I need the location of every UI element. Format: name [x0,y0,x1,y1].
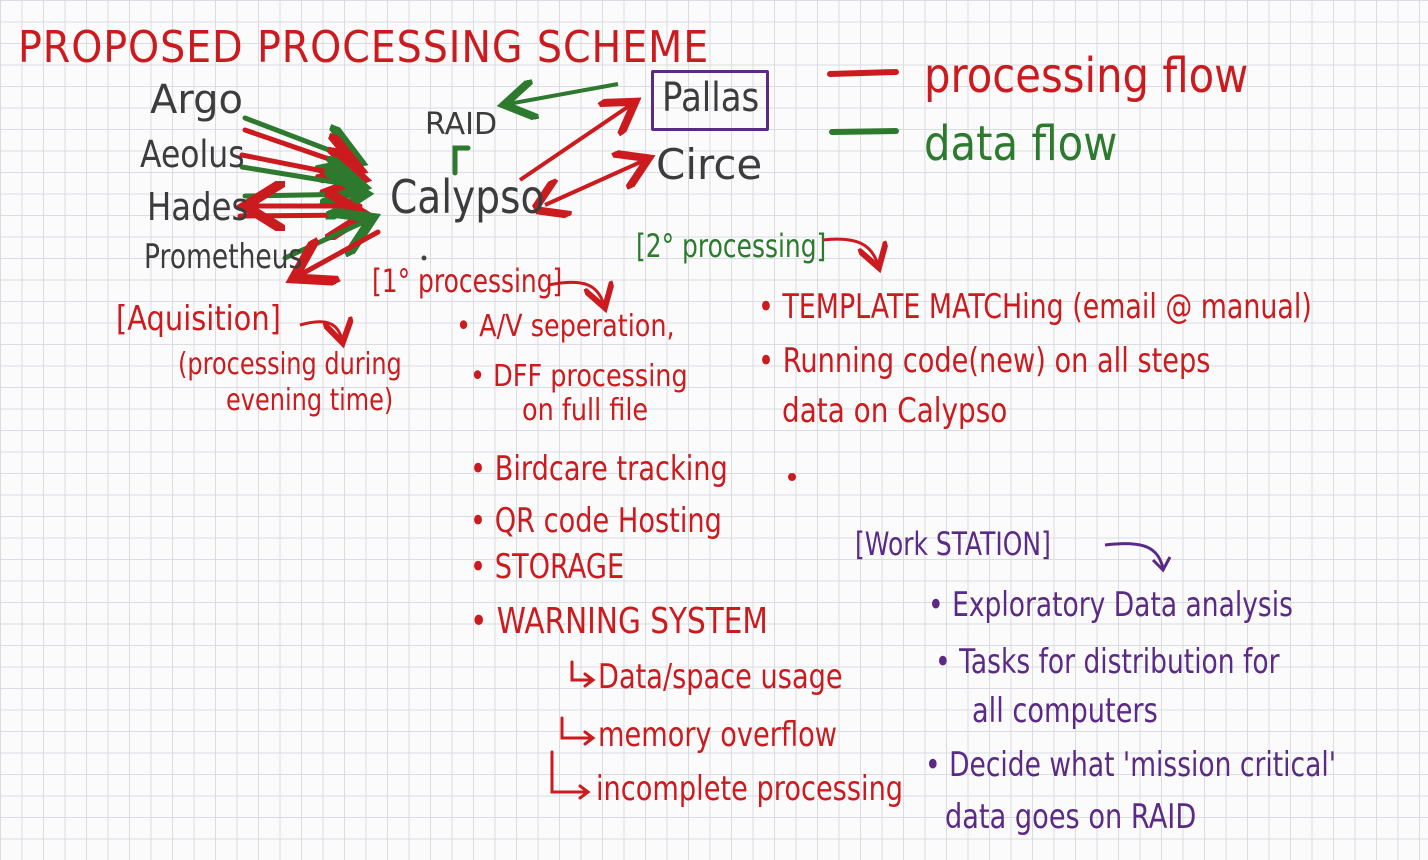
workstation-item-text: Tasks for distribution for [959,642,1280,682]
warning-incomplete-processing: incomplete processing [596,769,904,809]
workstation-item-text: Exploratory Data analysis [952,585,1293,625]
node-aeolus: Aeolus [140,133,245,176]
warning-memory-overflow: memory overflow [598,715,837,755]
primary-item-text: STORAGE [494,547,625,587]
primary-item-full-file: on full file [522,393,649,428]
acquisition-note-line-2: evening time) [226,383,394,418]
legend-line-data [829,128,899,135]
secondary-item-text: Running code(new) on all steps [782,341,1211,381]
stray-dot [788,473,796,481]
secondary-item-data-on-calypso: data on Calypso [782,391,1008,431]
secondary-item-text: TEMPLATE MATCHing (email @ manual) [782,287,1312,327]
workstation-item-mission-critical: • Decide what 'mission critical' [925,745,1336,785]
arrow-hades-calypso [240,194,360,216]
secondary-item-template-matching: • TEMPLATE MATCHing (email @ manual) [758,287,1312,327]
primary-item-warning-system: • WARNING SYSTEM [470,601,768,642]
primary-item-text: Birdcare tracking [494,449,728,489]
workstation-label: [Work STATION] [855,525,1051,563]
node-raid: RAID [425,107,498,142]
workstation-item-all-computers: all computers [972,691,1158,731]
primary-item-dff-processing: • DFF processing [470,359,688,394]
arrow-calypso-pallas [518,104,632,182]
arrow-workstation [1104,542,1165,569]
arrow-aeolus-calypso [239,155,358,186]
whiteboard: PROPOSED PROCESSING SCHEME processing fl… [0,0,1428,860]
warning-branch-arrows [550,660,596,800]
acquisition-label: [Aquisition] [116,299,281,339]
primary-item-av-separation: • A/V seperation, [456,309,675,344]
arrow-secondary [821,237,878,265]
primary-processing-label: [1° processing] [372,262,563,300]
node-pallas: Pallas [662,75,760,121]
primary-item-storage: • STORAGE [470,547,625,587]
arrow-acquisition [299,322,342,340]
stray-dot [421,255,427,261]
primary-item-qr: • QR code Hosting [470,501,722,541]
workstation-item-tasks: • Tasks for distribution for [935,642,1280,682]
node-argo: Argo [150,77,243,123]
secondary-processing-label: [2° processing] [636,227,827,265]
primary-item-birdcare: • Birdcare tracking [470,449,728,489]
acquisition-note-line-1: (processing during [178,347,402,382]
diagram-title: PROPOSED PROCESSING SCHEME [18,22,710,73]
arrow-pallas-raid [508,84,619,104]
arrow-calypso-circe [545,160,645,205]
node-hades: Hades [147,185,249,229]
primary-item-text: DFF processing [493,359,688,394]
workstation-item-text: Decide what 'mission critical' [949,745,1336,785]
primary-item-text: A/V seperation, [479,309,675,344]
primary-item-text: WARNING SYSTEM [496,601,768,642]
workstation-item-raid: data goes on RAID [945,797,1197,837]
primary-item-text: QR code Hosting [494,501,722,541]
secondary-item-running-code: • Running code(new) on all steps [758,341,1211,381]
legend-processing-flow: processing flow [924,48,1249,104]
legend-data-flow: data flow [924,116,1118,172]
node-circe: Circe [656,140,763,189]
node-prometheus: Prometheus [144,237,303,277]
warning-data-space-usage: Data/space usage [598,657,843,697]
workstation-item-eda: • Exploratory Data analysis [928,585,1293,625]
node-calypso: Calypso [390,170,545,224]
legend-line-processing [827,69,899,77]
